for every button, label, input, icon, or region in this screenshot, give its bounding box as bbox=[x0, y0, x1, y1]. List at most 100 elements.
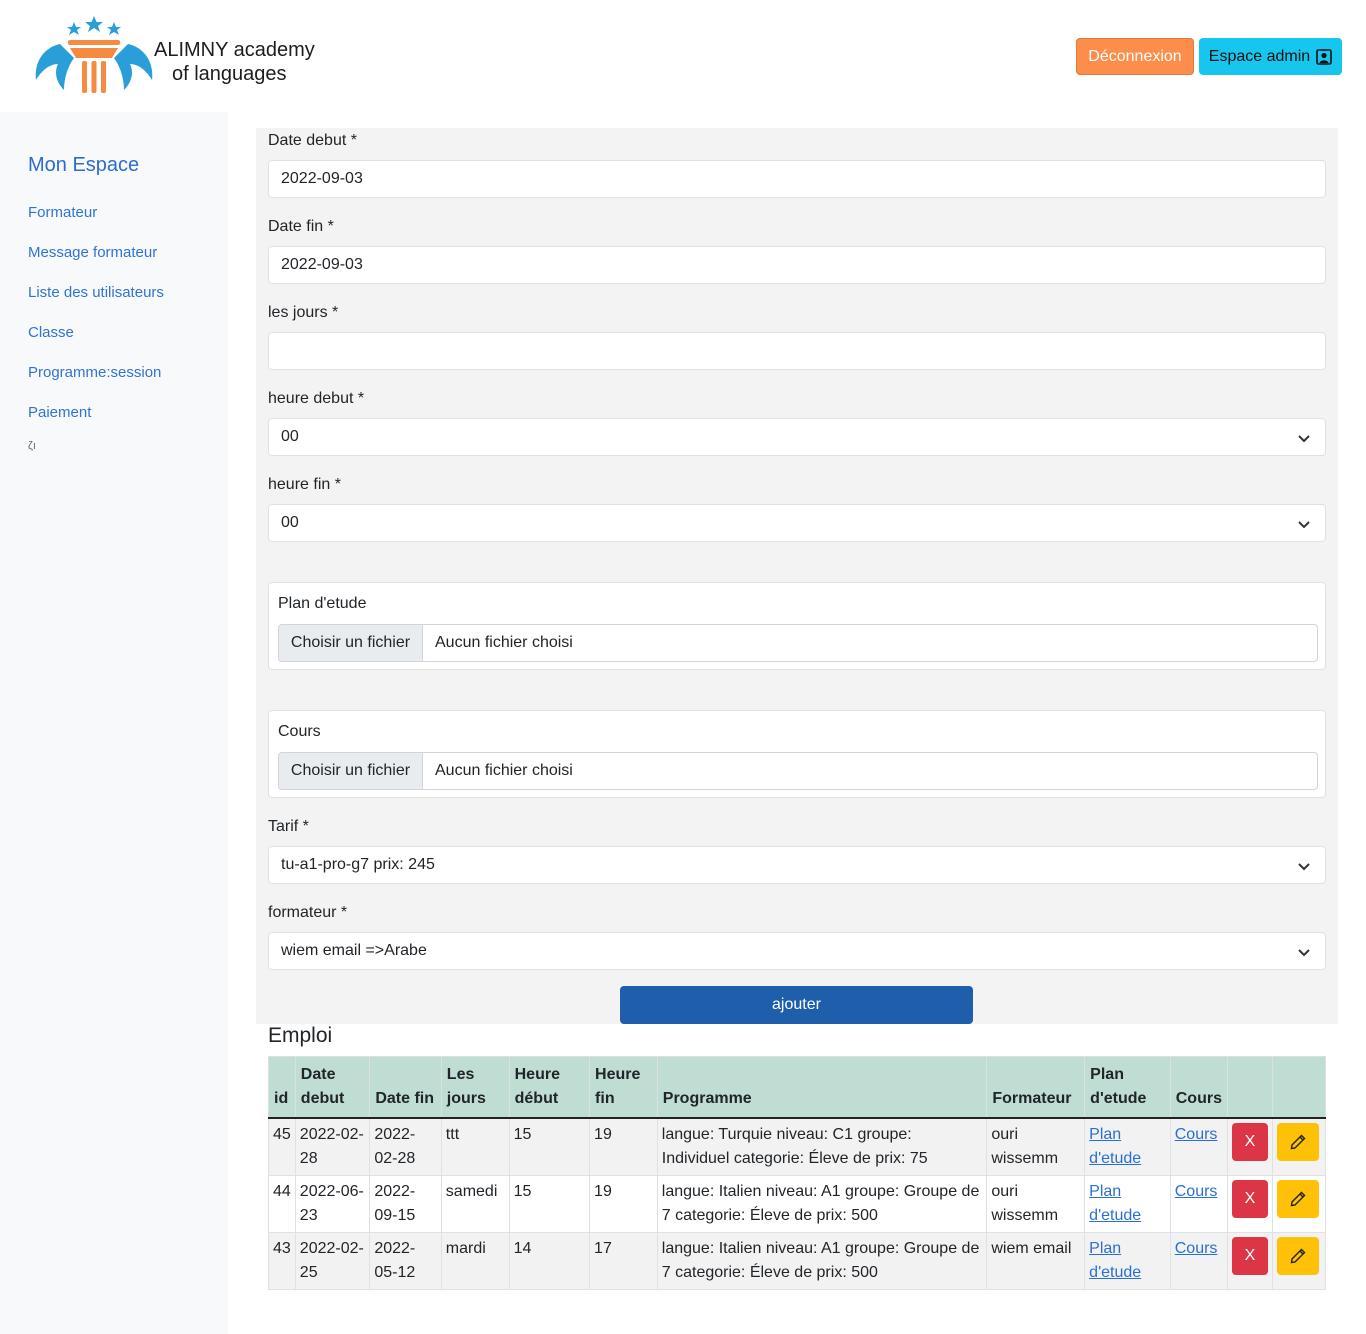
sidebar: Mon Espace Formateur Message formateur L… bbox=[0, 112, 228, 1334]
table-row: 43 2022-02-25 2022-05-12 mardi 14 17 lan… bbox=[268, 1232, 1327, 1290]
plan-etude-link[interactable]: Plan d'etude bbox=[1089, 1183, 1141, 1224]
emploi-table: id Date debut Date fin Les jours Heure d… bbox=[268, 1056, 1327, 1290]
heure-debut-label: heure debut * bbox=[268, 390, 365, 407]
plan-etude-label: Plan d'etude bbox=[278, 595, 367, 612]
col-jours: Les jours bbox=[440, 1056, 510, 1119]
cours-link[interactable]: Cours bbox=[1175, 1126, 1218, 1143]
cell-delete: X bbox=[1226, 1175, 1273, 1233]
cell-delete: X bbox=[1226, 1117, 1273, 1176]
plan-etude-file-input[interactable]: Choisir un fichier Aucun fichier choisi bbox=[278, 624, 1318, 662]
cell-plan-etude: Plan d'etude bbox=[1084, 1232, 1171, 1290]
cours-link[interactable]: Cours bbox=[1175, 1183, 1218, 1200]
tarif-select[interactable]: tu-a1-pro-g7 prix: 245 bbox=[268, 846, 1326, 884]
cell-formateur: wiem email bbox=[986, 1232, 1086, 1290]
logout-button[interactable]: Déconnexion bbox=[1076, 38, 1194, 75]
logo-line1: ALIMNY academy bbox=[154, 39, 315, 61]
plan-etude-upload: Plan d'etude Choisir un fichier Aucun fi… bbox=[268, 582, 1326, 670]
cell-cours: Cours bbox=[1169, 1175, 1228, 1233]
cell-edit bbox=[1271, 1175, 1327, 1233]
cell-heure-debut: 15 bbox=[508, 1117, 591, 1176]
cell-cours: Cours bbox=[1169, 1117, 1228, 1176]
choose-file-button[interactable]: Choisir un fichier bbox=[279, 625, 423, 661]
table-header-row: id Date debut Date fin Les jours Heure d… bbox=[268, 1056, 1327, 1119]
plan-etude-link[interactable]: Plan d'etude bbox=[1089, 1126, 1141, 1167]
pencil-icon bbox=[1290, 1191, 1306, 1207]
ajouter-button[interactable]: ajouter bbox=[620, 986, 973, 1024]
sidebar-item-message-formateur[interactable]: Message formateur bbox=[28, 244, 157, 261]
date-fin-input[interactable]: 2022-09-03 bbox=[268, 246, 1326, 284]
sidebar-item-programme-session[interactable]: Programme:session bbox=[28, 364, 161, 381]
heure-fin-select[interactable]: 00 bbox=[268, 504, 1326, 542]
col-formateur: Formateur bbox=[986, 1056, 1086, 1119]
col-edit bbox=[1271, 1056, 1327, 1119]
cell-jours: ttt bbox=[440, 1117, 510, 1176]
cell-heure-debut: 14 bbox=[508, 1232, 591, 1290]
file-name-text: Aucun fichier choisi bbox=[435, 762, 573, 779]
cell-programme: langue: Italien niveau: A1 groupe: Group… bbox=[656, 1175, 988, 1233]
cell-date-debut: 2022-02-25 bbox=[294, 1232, 371, 1290]
cell-plan-etude: Plan d'etude bbox=[1084, 1175, 1171, 1233]
col-heure-fin: Heure fin bbox=[589, 1056, 658, 1119]
user-square-icon bbox=[1316, 48, 1332, 65]
cell-delete: X bbox=[1226, 1232, 1273, 1290]
cours-upload: Cours Choisir un fichier Aucun fichier c… bbox=[268, 710, 1326, 798]
date-debut-input[interactable]: 2022-09-03 bbox=[268, 160, 1326, 198]
cell-edit bbox=[1271, 1117, 1327, 1176]
heure-debut-select[interactable]: 00 bbox=[268, 418, 1326, 456]
file-name-text: Aucun fichier choisi bbox=[435, 634, 573, 651]
cell-jours: samedi bbox=[440, 1175, 510, 1233]
admin-space-label: Espace admin bbox=[1208, 47, 1311, 65]
tarif-label: Tarif * bbox=[268, 818, 309, 835]
formateur-select[interactable]: wiem email =>Arabe bbox=[268, 932, 1326, 970]
edit-button[interactable] bbox=[1276, 1180, 1319, 1218]
delete-button[interactable]: X bbox=[1231, 1180, 1268, 1218]
delete-button[interactable]: X bbox=[1231, 1123, 1268, 1161]
pillar-stars-logo-icon bbox=[35, 16, 153, 93]
emploi-title: Emploi bbox=[268, 1024, 333, 1047]
heure-fin-label: heure fin * bbox=[268, 476, 341, 493]
edit-button[interactable] bbox=[1276, 1123, 1319, 1161]
sidebar-item-formateur[interactable]: Formateur bbox=[28, 204, 97, 221]
plan-etude-link[interactable]: Plan d'etude bbox=[1089, 1240, 1141, 1281]
cell-formateur: ouri wissemm bbox=[986, 1175, 1086, 1233]
chevron-down-icon bbox=[1298, 863, 1310, 871]
heure-debut-value: 00 bbox=[281, 428, 299, 445]
chevron-down-icon bbox=[1298, 521, 1310, 529]
cell-heure-fin: 19 bbox=[589, 1175, 658, 1233]
cell-id: 43 bbox=[268, 1232, 296, 1290]
cell-programme: langue: Turquie niveau: C1 groupe: Indiv… bbox=[656, 1117, 988, 1176]
choose-file-button[interactable]: Choisir un fichier bbox=[279, 753, 423, 789]
sidebar-item-classe[interactable]: Classe bbox=[28, 324, 74, 341]
admin-space-button[interactable]: Espace admin bbox=[1199, 38, 1342, 75]
cours-file-input[interactable]: Choisir un fichier Aucun fichier choisi bbox=[278, 752, 1318, 790]
edit-button[interactable] bbox=[1276, 1237, 1319, 1275]
pencil-icon bbox=[1290, 1248, 1306, 1264]
cell-date-fin: 2022-02-28 bbox=[369, 1117, 442, 1176]
col-delete bbox=[1226, 1056, 1273, 1119]
cours-label: Cours bbox=[278, 723, 321, 740]
col-plan-etude: Plan d'etude bbox=[1084, 1056, 1171, 1119]
jours-label: les jours * bbox=[268, 304, 339, 321]
logo[interactable]: ALIMNY academy of languages bbox=[30, 12, 320, 102]
jours-input[interactable] bbox=[268, 332, 1326, 370]
cell-date-debut: 2022-02-28 bbox=[294, 1117, 371, 1176]
table-row: 45 2022-02-28 2022-02-28 ttt 15 19 langu… bbox=[268, 1117, 1327, 1176]
cours-link[interactable]: Cours bbox=[1175, 1240, 1218, 1257]
sidebar-item-paiement[interactable]: Paiement bbox=[28, 404, 91, 421]
cell-plan-etude: Plan d'etude bbox=[1084, 1117, 1171, 1176]
sidebar-item-liste-utilisateurs[interactable]: Liste des utilisateurs bbox=[28, 284, 164, 301]
col-cours: Cours bbox=[1169, 1056, 1228, 1119]
formateur-value: wiem email =>Arabe bbox=[281, 942, 427, 959]
cell-heure-debut: 15 bbox=[508, 1175, 591, 1233]
cell-id: 44 bbox=[268, 1175, 296, 1233]
tarif-value: tu-a1-pro-g7 prix: 245 bbox=[281, 856, 435, 873]
col-date-debut: Date debut bbox=[294, 1056, 371, 1119]
chevron-down-icon bbox=[1298, 949, 1310, 957]
cell-date-fin: 2022-09-15 bbox=[369, 1175, 442, 1233]
heure-fin-value: 00 bbox=[281, 514, 299, 531]
date-fin-label: Date fin * bbox=[268, 218, 334, 235]
delete-button[interactable]: X bbox=[1231, 1237, 1268, 1275]
cell-programme: langue: Italien niveau: A1 groupe: Group… bbox=[656, 1232, 988, 1290]
header: ALIMNY academy of languages Déconnexion … bbox=[0, 0, 1366, 112]
cell-heure-fin: 17 bbox=[589, 1232, 658, 1290]
